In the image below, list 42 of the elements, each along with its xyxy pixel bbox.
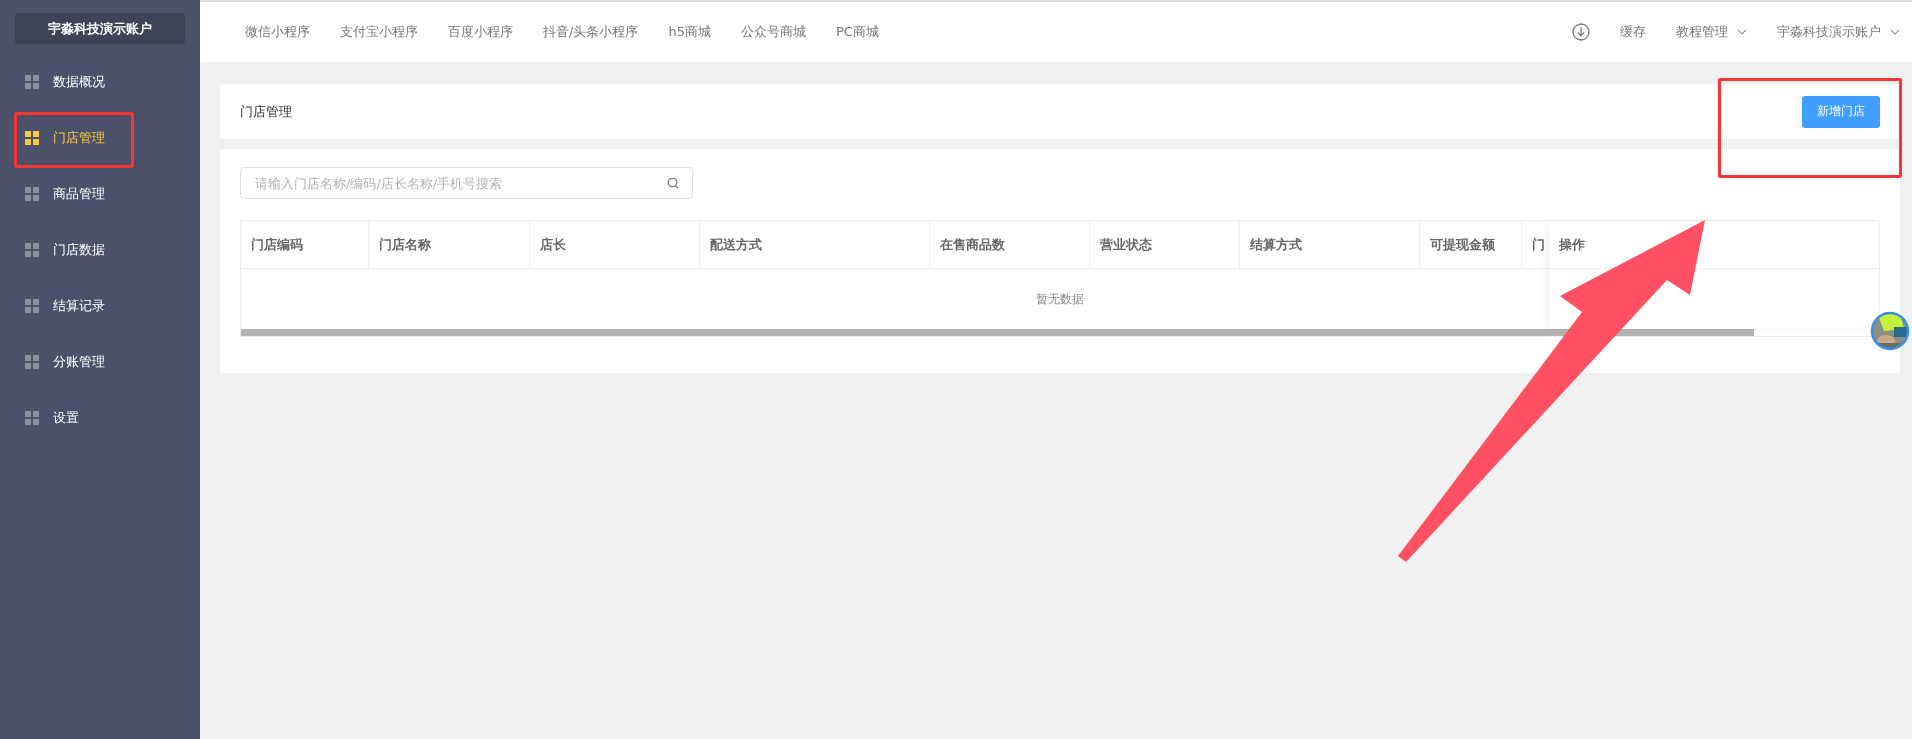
column-header: 在售商品数 (930, 221, 1090, 268)
grid-icon (25, 299, 39, 313)
scrollbar[interactable] (241, 329, 1754, 336)
column-header: 营业状态 (1090, 221, 1240, 268)
nav-link[interactable]: 百度小程序 (448, 23, 513, 41)
empty-text: 暂无数据 (1036, 290, 1084, 308)
add-store-button[interactable]: 新增门店 (1802, 95, 1880, 128)
column-header: 可提现金额 (1420, 221, 1522, 268)
cache-link[interactable]: 缓存 (1620, 23, 1646, 41)
column-header: 结算方式 (1240, 221, 1420, 268)
sidebar-item[interactable]: 设置 (0, 390, 200, 446)
nav-link[interactable]: 微信小程序 (245, 23, 310, 41)
grid-icon (25, 243, 39, 257)
page-title: 门店管理 (240, 102, 292, 121)
sidebar-item[interactable]: 分账管理 (0, 334, 200, 390)
menu-dropdown[interactable]: 宇淼科技演示账户 (1777, 23, 1900, 41)
sidebar-item[interactable]: 商品管理 (0, 166, 200, 222)
chevron-down-icon (1737, 29, 1747, 35)
grid-icon (25, 131, 39, 145)
sidebar-item[interactable]: 结算记录 (0, 278, 200, 334)
search-field[interactable]: 请输入门店名称/编码/店长名称/手机号搜索 (240, 167, 693, 199)
nav-link[interactable]: 公众号商城 (740, 23, 806, 41)
account-name: 宇淼科技演示账户 (15, 13, 185, 44)
search-icon (667, 177, 679, 189)
grid-icon (25, 75, 39, 89)
grid-icon (25, 411, 39, 425)
nav-link[interactable]: PC商城 (835, 23, 879, 41)
nav-link[interactable]: 抖音/头条小程序 (543, 23, 639, 41)
grid-icon (25, 187, 39, 201)
sidebar-item[interactable]: 数据概况 (0, 54, 200, 110)
chevron-down-icon (1890, 29, 1900, 35)
column-header: 门店编码 (241, 221, 369, 268)
column-header: 店长 (530, 221, 700, 268)
column-header: 门店名称 (369, 221, 530, 268)
column-header: 配送方式 (700, 221, 930, 268)
grid-icon (25, 355, 39, 369)
download-icon[interactable] (1572, 23, 1590, 41)
sidebar-item[interactable]: 门店数据 (0, 222, 200, 278)
sidebar-item[interactable]: 门店管理 (0, 110, 200, 166)
menu-dropdown[interactable]: 教程管理 (1676, 23, 1747, 41)
nav-link[interactable]: 支付宝小程序 (340, 23, 418, 41)
nav-link[interactable]: h5商城 (668, 23, 711, 41)
